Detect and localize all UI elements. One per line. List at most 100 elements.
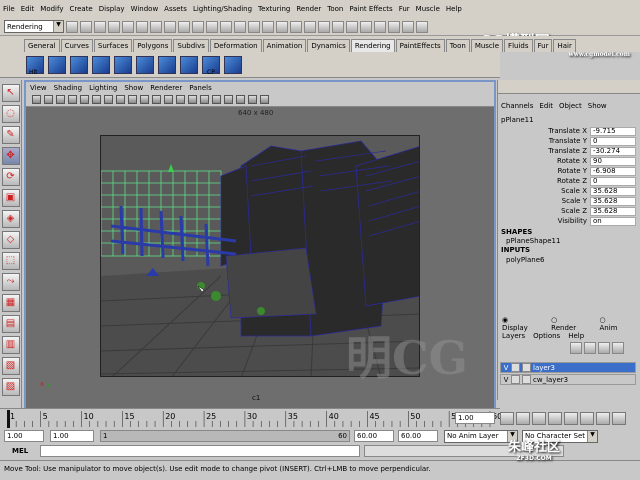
layer-menu-options[interactable]: Options xyxy=(533,332,560,340)
resolution-gate-icon[interactable] xyxy=(92,95,101,104)
start-time-field[interactable]: 1.00 xyxy=(4,430,44,442)
use-all-lights-icon[interactable] xyxy=(200,95,209,104)
layer-visibility[interactable]: V xyxy=(501,364,511,372)
bookmark-icon[interactable] xyxy=(44,95,53,104)
object-name[interactable]: pPlane11 xyxy=(501,116,534,124)
render-settings-icon[interactable] xyxy=(360,20,372,33)
mask-curves-icon[interactable] xyxy=(178,20,190,33)
gate-mask-icon[interactable] xyxy=(104,95,113,104)
play-forwards-icon[interactable] xyxy=(564,411,578,425)
layer-down-icon[interactable] xyxy=(612,342,624,354)
attr-row[interactable]: Scale X 35.628 xyxy=(498,186,640,196)
layer-type-box[interactable] xyxy=(511,375,520,384)
paint-select-tool-icon[interactable]: ✎ xyxy=(1,126,20,144)
layout-four-icon[interactable]: ▤ xyxy=(1,315,20,333)
channel-box-toggle-icon[interactable] xyxy=(416,20,428,33)
layer-menu-help[interactable]: Help xyxy=(568,332,584,340)
lasso-tool-icon[interactable]: ◌ xyxy=(1,105,20,123)
shelf-light-button[interactable] xyxy=(48,55,66,74)
ipr-render-icon[interactable] xyxy=(346,20,358,33)
snap-grid-icon[interactable] xyxy=(248,20,260,33)
attr-value[interactable]: -30.274 xyxy=(590,146,636,156)
menu-window[interactable]: Window xyxy=(131,5,159,13)
vp-menu-shading[interactable]: Shading xyxy=(54,84,82,92)
safe-action-icon[interactable] xyxy=(128,95,137,104)
rotate-tool-icon[interactable]: ⟳ xyxy=(1,168,20,186)
camera-attributes-icon[interactable] xyxy=(32,95,41,104)
attr-row[interactable]: Translate Z -30.274 xyxy=(498,146,640,156)
menu-lighting-shading[interactable]: Lighting/Shading xyxy=(193,5,252,13)
layer-type-box[interactable] xyxy=(511,363,520,372)
snap-curve-icon[interactable] xyxy=(262,20,274,33)
mask-deformers-icon[interactable] xyxy=(206,20,218,33)
select-object-icon[interactable] xyxy=(122,20,134,33)
step-forward-key-icon[interactable] xyxy=(596,411,610,425)
camera-icon[interactable] xyxy=(260,95,269,104)
shelf-render-button[interactable] xyxy=(92,55,110,74)
tab-fur[interactable]: Fur xyxy=(533,39,553,52)
attr-value[interactable]: 0 xyxy=(590,176,636,186)
tab-hair[interactable]: Hair xyxy=(553,39,576,52)
shelf-blue-cube-button[interactable] xyxy=(180,55,198,74)
attr-value[interactable]: -6.908 xyxy=(590,166,636,176)
layer-row[interactable]: Vcw_layer3 xyxy=(500,374,636,385)
manipulator-tool-icon[interactable]: ◈ xyxy=(1,210,20,228)
layer-color-box[interactable] xyxy=(522,363,531,372)
step-forward-frame-icon[interactable] xyxy=(580,411,594,425)
menu-paint-effects[interactable]: Paint Effects xyxy=(349,5,392,13)
cb-menu-object[interactable]: Object xyxy=(559,102,582,110)
time-slider[interactable]: 151015202530354045505560 xyxy=(0,408,502,428)
menu-texturing[interactable]: Texturing xyxy=(258,5,290,13)
attr-row[interactable]: Rotate X 90 xyxy=(498,156,640,166)
menu-display[interactable]: Display xyxy=(99,5,125,13)
attr-value[interactable]: 35.628 xyxy=(590,206,636,216)
save-scene-icon[interactable] xyxy=(94,20,106,33)
mask-dynamics-icon[interactable] xyxy=(220,20,232,33)
anim-layer-dropdown[interactable]: No Anim Layer ▼ xyxy=(444,429,518,443)
menu-file[interactable]: File xyxy=(3,5,15,13)
end-time-field[interactable]: 60.00 xyxy=(398,430,438,442)
isolate-select-icon[interactable] xyxy=(236,95,245,104)
smooth-shade-icon[interactable] xyxy=(164,95,173,104)
vp-menu-panels[interactable]: Panels xyxy=(189,84,212,92)
playback-start-field[interactable]: 1.00 xyxy=(50,430,94,442)
scale-tool-icon[interactable]: ▣ xyxy=(1,189,20,207)
hq-render-icon[interactable] xyxy=(248,95,257,104)
history-icon[interactable] xyxy=(318,20,330,33)
mask-joints-icon[interactable] xyxy=(164,20,176,33)
step-back-frame-icon[interactable] xyxy=(532,411,546,425)
tab-surfaces[interactable]: Surfaces xyxy=(93,39,133,52)
layer-row[interactable]: Vlayer3 xyxy=(500,362,636,373)
field-chart-icon[interactable] xyxy=(116,95,125,104)
film-gate-icon[interactable] xyxy=(80,95,89,104)
playback-end-field[interactable]: 60.00 xyxy=(354,430,394,442)
tab-curves[interactable]: Curves xyxy=(60,39,93,52)
tab-deformation[interactable]: Deformation xyxy=(209,39,262,52)
layout-graph-icon[interactable]: ▧ xyxy=(1,357,20,375)
move-tool-icon[interactable]: ✥ xyxy=(1,147,20,165)
cb-menu-edit[interactable]: Edit xyxy=(539,102,553,110)
snap-point-icon[interactable] xyxy=(276,20,288,33)
shelf-ipr-button[interactable] xyxy=(158,55,176,74)
new-layer-icon[interactable] xyxy=(570,342,582,354)
shelf-cp-button[interactable]: CP xyxy=(202,55,220,76)
layer-menu-layers[interactable]: Layers xyxy=(502,332,525,340)
menu-modify[interactable]: Modify xyxy=(40,5,63,13)
safe-title-icon[interactable] xyxy=(140,95,149,104)
attr-row[interactable]: Translate Y0 xyxy=(498,136,640,146)
vp-menu-lighting[interactable]: Lighting xyxy=(89,84,117,92)
play-backwards-icon[interactable] xyxy=(548,411,562,425)
shelf-camera-button[interactable] xyxy=(70,55,88,74)
attr-row[interactable]: Translate X -9.715 xyxy=(498,126,640,136)
select-tool-icon[interactable]: ↖ xyxy=(1,84,20,102)
current-frame-marker[interactable] xyxy=(7,410,10,428)
hypershade-icon[interactable] xyxy=(374,20,386,33)
tab-rendering[interactable]: Rendering xyxy=(350,39,395,52)
last-tool-icon[interactable]: ⤳ xyxy=(1,273,20,291)
shape-node[interactable]: pPlaneShape11 xyxy=(506,237,560,245)
show-manipulator-icon[interactable]: ⬚ xyxy=(1,252,20,270)
layout-hypershade-icon[interactable]: ▨ xyxy=(1,378,20,396)
vp-menu-show[interactable]: Show xyxy=(124,84,143,92)
tab-general[interactable]: General xyxy=(24,39,60,52)
mel-input[interactable] xyxy=(40,445,361,457)
